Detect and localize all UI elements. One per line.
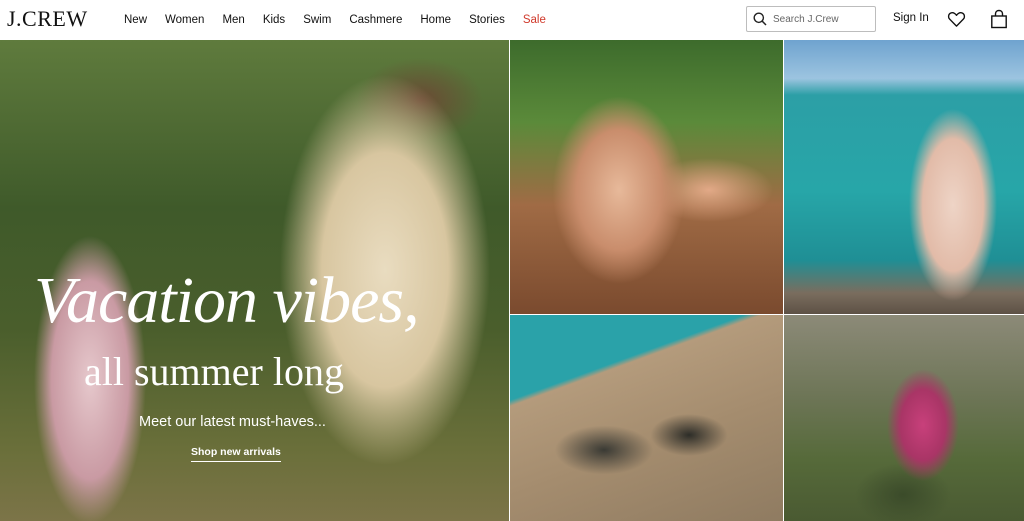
nav-item-cashmere[interactable]: Cashmere [349,14,402,26]
main-nav: New Women Men Kids Swim Cashmere Home St… [124,0,564,40]
sign-in-link[interactable]: Sign In [893,12,929,24]
nav-item-swim[interactable]: Swim [303,14,331,26]
nav-item-home[interactable]: Home [420,14,451,26]
search-icon [753,12,767,26]
shop-new-arrivals-link[interactable]: Shop new arrivals [191,446,281,462]
nav-item-stories[interactable]: Stories [469,14,505,26]
nav-item-men[interactable]: Men [222,14,244,26]
shopping-bag-icon[interactable] [990,9,1008,29]
hero-image-women-garden[interactable]: Vacation vibes, all summer long Meet our… [0,40,509,521]
image-model-seaside[interactable] [783,40,1024,315]
nav-item-kids[interactable]: Kids [263,14,285,26]
hero-tagline: Meet our latest must-haves... [139,414,326,430]
site-header: J.CREW New Women Men Kids Swim Cashmere … [0,0,1024,40]
hero-subhead: all summer long [84,349,344,394]
nav-item-women[interactable]: Women [165,14,204,26]
hero-grid: Vacation vibes, all summer long Meet our… [0,40,1024,521]
image-sandals-dock[interactable] [509,315,783,521]
heart-icon[interactable] [947,10,966,29]
hero-headline: Vacation vibes, [34,264,420,337]
jcrew-logo[interactable]: J.CREW [7,6,88,32]
nav-item-sale[interactable]: Sale [523,14,546,26]
grid-divider [509,40,510,521]
image-bracelet-model[interactable] [509,40,783,315]
search-box[interactable] [746,6,876,32]
grid-divider [509,314,1024,315]
grid-divider [783,40,784,521]
image-model-pink-top[interactable] [783,315,1024,521]
search-input[interactable] [773,13,869,25]
nav-item-new[interactable]: New [124,14,147,26]
